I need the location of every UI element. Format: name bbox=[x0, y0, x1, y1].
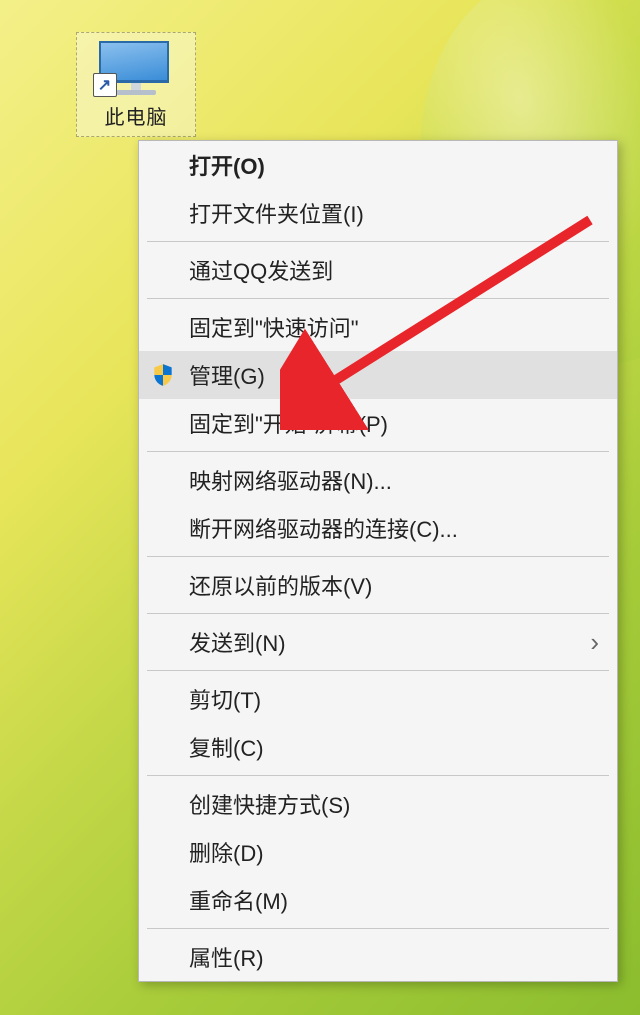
menu-item-label: 还原以前的版本(V) bbox=[189, 569, 372, 601]
menu-item-qq-send[interactable]: 通过QQ发送到 bbox=[139, 246, 617, 294]
menu-item-open-location[interactable]: 打开文件夹位置(I) bbox=[139, 189, 617, 237]
shield-icon bbox=[149, 361, 177, 389]
desktop-icon-label: 此电脑 bbox=[83, 101, 189, 130]
menu-separator bbox=[147, 613, 609, 614]
desktop-icon-this-pc[interactable]: ↗ 此电脑 bbox=[76, 32, 196, 137]
menu-separator bbox=[147, 928, 609, 929]
menu-item-map-drive[interactable]: 映射网络驱动器(N)... bbox=[139, 456, 617, 504]
menu-item-label: 固定到"开始"屏幕(P) bbox=[189, 407, 388, 439]
menu-item-copy[interactable]: 复制(C) bbox=[139, 723, 617, 771]
menu-item-label: 通过QQ发送到 bbox=[189, 254, 333, 286]
menu-item-disconnect-drive[interactable]: 断开网络驱动器的连接(C)... bbox=[139, 504, 617, 552]
menu-item-label: 剪切(T) bbox=[189, 683, 261, 715]
menu-item-label: 创建快捷方式(S) bbox=[189, 788, 350, 820]
menu-item-label: 打开(O) bbox=[189, 149, 265, 181]
menu-separator bbox=[147, 241, 609, 242]
menu-item-label: 属性(R) bbox=[189, 941, 264, 973]
menu-item-label: 固定到"快速访问" bbox=[189, 311, 359, 343]
menu-separator bbox=[147, 298, 609, 299]
shortcut-badge-icon: ↗ bbox=[93, 73, 117, 97]
chevron-right-icon: › bbox=[590, 627, 599, 658]
menu-item-cut[interactable]: 剪切(T) bbox=[139, 675, 617, 723]
menu-item-rename[interactable]: 重命名(M) bbox=[139, 876, 617, 924]
computer-icon: ↗ bbox=[99, 41, 174, 93]
menu-item-label: 管理(G) bbox=[189, 359, 265, 391]
menu-item-create-shortcut[interactable]: 创建快捷方式(S) bbox=[139, 780, 617, 828]
menu-item-label: 映射网络驱动器(N)... bbox=[189, 464, 392, 496]
menu-item-label: 重命名(M) bbox=[189, 884, 288, 916]
menu-item-delete[interactable]: 删除(D) bbox=[139, 828, 617, 876]
menu-item-open[interactable]: 打开(O) bbox=[139, 141, 617, 189]
menu-separator bbox=[147, 670, 609, 671]
menu-item-label: 断开网络驱动器的连接(C)... bbox=[189, 512, 458, 544]
menu-item-pin-quick-access[interactable]: 固定到"快速访问" bbox=[139, 303, 617, 351]
menu-item-restore-versions[interactable]: 还原以前的版本(V) bbox=[139, 561, 617, 609]
menu-item-label: 删除(D) bbox=[189, 836, 264, 868]
menu-separator bbox=[147, 775, 609, 776]
menu-separator bbox=[147, 451, 609, 452]
menu-item-pin-start[interactable]: 固定到"开始"屏幕(P) bbox=[139, 399, 617, 447]
menu-item-label: 打开文件夹位置(I) bbox=[189, 197, 364, 229]
menu-item-properties[interactable]: 属性(R) bbox=[139, 933, 617, 981]
menu-item-send-to[interactable]: 发送到(N) › bbox=[139, 618, 617, 666]
menu-separator bbox=[147, 556, 609, 557]
context-menu: 打开(O) 打开文件夹位置(I) 通过QQ发送到 固定到"快速访问" 管理(G)… bbox=[138, 140, 618, 982]
menu-item-label: 复制(C) bbox=[189, 731, 264, 763]
menu-item-manage[interactable]: 管理(G) bbox=[139, 351, 617, 399]
menu-item-label: 发送到(N) bbox=[189, 626, 286, 658]
